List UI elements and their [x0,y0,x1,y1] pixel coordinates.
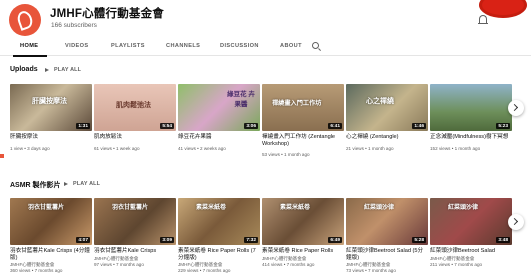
video-title[interactable]: 正念減壓(Mindfulness)樹下冥想 [430,134,512,141]
play-all-icon [64,181,68,186]
thumbnail-text: 肝臟按摩法 [32,98,67,105]
video-title[interactable]: 素菜米紙卷 Rice Paper Rolls [262,248,344,255]
tab-discussion[interactable]: DISCUSSION [220,43,259,49]
tab-channels[interactable]: CHANNELS [166,43,200,49]
play-all-label: PLAY ALL [54,67,82,73]
play-all-icon [45,67,49,72]
video-meta: 1 view • 3 days ago [10,146,50,151]
video-duration: 3:48 [496,237,510,243]
next-arrow-icon[interactable] [508,214,524,230]
video-duration: 1:31 [76,123,90,129]
video-meta: 229 views • 7 months ago [178,268,231,273]
thumbnail-text: 羽衣甘藍薯片 [28,205,65,211]
video-thumbnail[interactable]: 心之禪繞 1:46 [346,84,428,131]
video-thumbnail[interactable]: 羽衣甘藍薯片 3:09 [94,198,176,245]
video-title[interactable]: 羽衣甘藍薯片Kale Crisps [94,248,176,255]
tab-playlists[interactable]: PLAYLISTS [111,43,145,49]
video-thumbnail[interactable]: 禪繞畫入門工作坊 6:41 [262,84,344,131]
video-title[interactable]: 綠豆花卉果醬 [178,134,260,141]
video-meta: 73 views • 7 months ago [346,268,396,273]
video-duration: 6:49 [328,237,342,243]
thumbnail-text: 素菜米紙卷 [196,205,227,211]
search-icon[interactable] [312,42,319,49]
thumbnail-text: 心之禪繞 [366,98,394,105]
video-title[interactable]: 素菜米紙卷 Rice Paper Rolls (7分鐘版) [178,248,260,261]
video-meta: 414 views • 7 months ago [262,262,315,267]
video-thumbnail[interactable]: 紅菜頭沙律 5:28 [346,198,428,245]
section-title-uploads: Uploads [10,66,38,73]
video-meta: 97 views • 7 months ago [94,262,144,267]
thumbnail-text: 羽衣甘藍薯片 [112,205,149,211]
video-meta: 211 views • 7 months ago [430,262,483,267]
subscribe-button[interactable] [479,0,527,18]
channel-avatar[interactable] [9,4,41,36]
video-duration: 1:46 [412,123,426,129]
video-meta: 360 views • 7 months ago [10,268,63,273]
channel-tabs: HOME VIDEOS PLAYLISTS CHANNELS DISCUSSIO… [0,38,531,57]
video-thumbnail[interactable]: 紅菜頭沙律 3:48 [430,198,512,245]
video-duration: 6:41 [328,123,342,129]
thumbnail-text: 肌肉鬆弛法 [116,102,151,109]
video-title[interactable]: 禪繞畫入門工作坊 (Zentangle Workshop) [262,134,344,147]
thumbnail-text: 素菜米紙卷 [280,205,311,211]
next-arrow-icon[interactable] [508,100,524,116]
video-thumbnail[interactable]: 綠豆花 卉果醬 3:06 [178,84,260,131]
video-title[interactable]: 肝臟按摩法 [10,134,92,141]
video-title[interactable]: 羽衣甘藍薯片Kale Crisps (4分鐘版) [10,248,92,261]
video-duration: 5:28 [412,237,426,243]
tab-about[interactable]: ABOUT [280,43,302,49]
video-duration: 5:23 [496,123,510,129]
tab-home[interactable]: HOME [20,43,38,49]
play-all-button[interactable]: PLAY ALL [45,67,81,73]
video-meta: 61 views • 1 week ago [94,146,140,151]
thumbnail-text: 綠豆花 卉果醬 [227,91,255,108]
video-meta: 152 views • 1 month ago [430,146,481,151]
video-title[interactable]: 紅菜頭沙律Beetroot Salad (5分鐘版) [346,248,428,261]
subscriber-count: 166 subscribers [51,22,97,29]
channel-header: JMHF心體行動基金會 166 subscribers [0,0,531,36]
thumbnail-text: 紅菜頭沙律 [448,205,479,211]
video-thumbnail[interactable]: 素菜米紙卷 6:49 [262,198,344,245]
thumbnail-text: 禪繞畫入門工作坊 [272,100,322,107]
side-marker [0,154,4,158]
video-thumbnail[interactable]: 羽衣甘藍薯片 4:07 [10,198,92,245]
video-thumbnail[interactable]: 素菜米紙卷 7:32 [178,198,260,245]
video-title[interactable]: 紅菜頭沙律Beetroot Salad [430,248,512,255]
video-duration: 3:06 [244,123,258,129]
video-meta: 41 views • 2 weeks ago [178,146,226,151]
bell-icon[interactable] [478,15,488,25]
video-thumbnail[interactable]: 肌肉鬆弛法 5:54 [94,84,176,131]
thumbnail-text: 紅菜頭沙律 [364,205,395,211]
play-all-label: PLAY ALL [73,181,101,187]
channel-name: JMHF心體行動基金會 [50,8,165,20]
video-duration: 3:09 [160,237,174,243]
video-title[interactable]: 肌肉放鬆法 [94,134,176,141]
play-all-button[interactable]: PLAY ALL [64,181,100,187]
video-duration: 4:07 [76,237,90,243]
section-title-asmr: ASMR 製作影片 [10,182,61,189]
video-meta: 53 views • 1 month ago [262,152,310,157]
video-meta: 21 views • 1 month ago [346,146,394,151]
video-duration: 7:32 [244,237,258,243]
video-thumbnail[interactable]: 肝臟按摩法 1:31 [10,84,92,131]
tab-videos[interactable]: VIDEOS [65,43,89,49]
video-duration: 5:54 [160,123,174,129]
video-title[interactable]: 心之禪繞 (Zentangle) [346,134,428,141]
active-tab-indicator [13,55,47,57]
video-thumbnail[interactable]: 5:23 [430,84,512,131]
